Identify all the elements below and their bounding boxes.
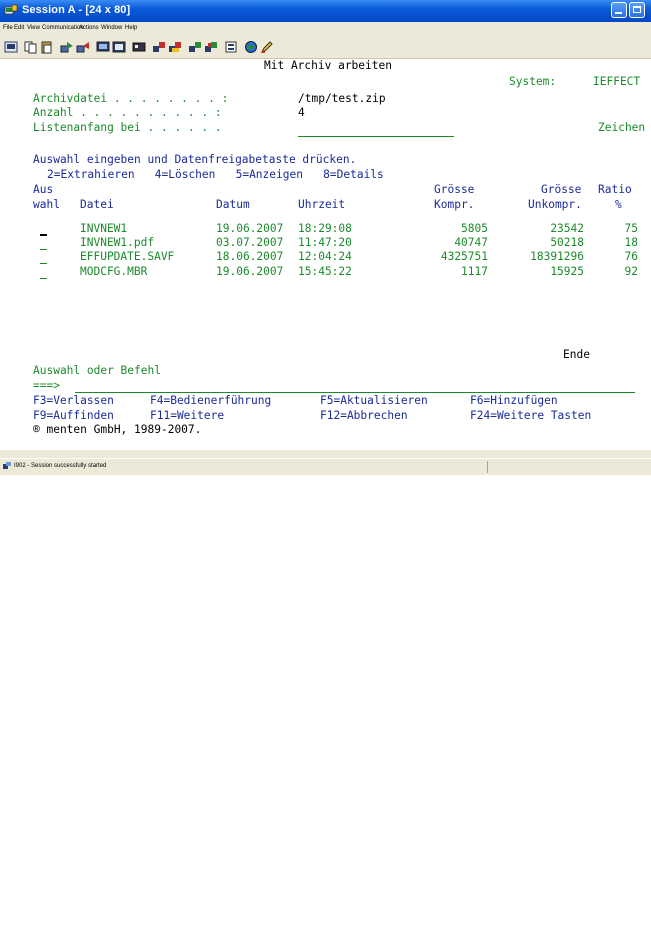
header-uhrzeit: Uhrzeit	[298, 198, 346, 211]
header-kompr: Kompr.	[434, 198, 475, 211]
auswahl-label: Auswahl oder Befehl	[33, 364, 161, 377]
system-label: System:	[509, 75, 557, 88]
selection-field-row-3[interactable]	[40, 263, 47, 264]
fkey-f4[interactable]: F4=Bedienerführung	[150, 394, 271, 408]
copy-icon[interactable]	[24, 40, 38, 54]
fkey-f9[interactable]: F9=Auffinden	[33, 409, 114, 423]
row-4-datei: MODCFG.MBR	[80, 265, 148, 278]
row-4-kompr: 1117	[461, 265, 488, 278]
row-1-datei: INVNEW1	[80, 222, 128, 235]
anzahl-value: 4	[298, 106, 305, 119]
emulator-window: Session A - [24 x 80] File Edit View Com…	[0, 0, 651, 475]
status-text: I902 - Session successfully started	[14, 463, 107, 469]
row-1-datum: 19.06.2007	[216, 222, 284, 235]
header-groesse-unkompr: Grösse	[541, 183, 582, 196]
row-2-datum: 03.07.2007	[216, 236, 284, 249]
selection-field-row-2[interactable]	[40, 249, 47, 250]
menu-window[interactable]: Window	[101, 25, 122, 31]
command-input[interactable]	[75, 392, 635, 393]
ende-label: Ende	[563, 348, 590, 361]
keyboard-icon[interactable]	[112, 40, 126, 54]
command-prompt: ===>	[33, 379, 60, 392]
instruction-text: Auswahl eingeben und Datenfreigabetaste …	[33, 153, 357, 166]
receive-icon[interactable]	[76, 40, 90, 54]
terminal-screen[interactable]: Mit Archiv arbeiten System: IEFFECT Arch…	[0, 59, 651, 450]
globe-icon[interactable]	[244, 40, 258, 54]
zeichen-label: Zeichen	[598, 121, 646, 134]
row-3-unkompr: 18391296	[530, 250, 584, 263]
row-3-uhrzeit: 12:04:24	[298, 250, 352, 263]
paste-icon[interactable]	[40, 40, 54, 54]
header-datum: Datum	[216, 198, 250, 211]
stop-icon[interactable]	[204, 40, 218, 54]
fkey-f24[interactable]: F24=Weitere Tasten	[470, 409, 591, 423]
print-icon[interactable]	[4, 40, 18, 54]
screen-title: Mit Archiv arbeiten	[264, 59, 392, 72]
row-3-datei: EFFUPDATE.SAVF	[80, 250, 175, 263]
menu-bar: File Edit View Communication Actions Win…	[0, 22, 651, 36]
row-2-datei: INVNEW1.pdf	[80, 236, 155, 249]
list-icon[interactable]	[224, 40, 238, 54]
archivdatei-label: Archivdatei . . . . . . . . :	[33, 92, 229, 105]
row-2-kompr: 40747	[454, 236, 488, 249]
fkey-f6[interactable]: F6=Hinzufügen	[470, 394, 558, 408]
row-1-uhrzeit: 18:29:08	[298, 222, 352, 235]
anzahl-label: Anzahl . . . . . . . . . . :	[33, 106, 222, 119]
fkey-f11[interactable]: F11=Weitere	[150, 409, 224, 423]
row-4-datum: 19.06.2007	[216, 265, 284, 278]
menu-help[interactable]: Help	[125, 25, 137, 31]
status-bar: I902 - Session successfully started	[0, 458, 651, 475]
row-1-kompr: 5805	[461, 222, 488, 235]
row-3-ratio: 76	[624, 250, 638, 263]
copyright-text: ® menten GmbH, 1989-2007.	[33, 423, 202, 436]
macro-icon[interactable]	[132, 40, 146, 54]
session-icon	[4, 4, 18, 15]
header-aus: Aus	[33, 183, 54, 196]
menu-file[interactable]: File	[3, 25, 13, 31]
header-datei: Datei	[80, 198, 114, 211]
row-4-unkompr: 15925	[550, 265, 584, 278]
row-4-ratio: 92	[624, 265, 638, 278]
start-icon[interactable]	[188, 40, 202, 54]
header-unkompr: Unkompr.	[528, 198, 582, 211]
display-icon[interactable]	[96, 40, 110, 54]
header-pct: %	[615, 198, 622, 211]
window-title: Session A - [24 x 80]	[22, 4, 131, 16]
title-bar: Session A - [24 x 80]	[0, 0, 651, 22]
maximize-button[interactable]	[629, 2, 645, 18]
menu-communication[interactable]: Communication	[42, 25, 84, 31]
system-value: IEFFECT	[593, 75, 641, 88]
minimize-button[interactable]	[611, 2, 627, 18]
status-separator	[487, 461, 488, 473]
row-2-ratio: 18	[624, 236, 638, 249]
fkey-f12[interactable]: F12=Abbrechen	[320, 409, 408, 423]
record-icon[interactable]	[152, 40, 166, 54]
header-groesse-kompr: Grösse	[434, 183, 475, 196]
listenanfang-label: Listenanfang bei . . . . . .	[33, 121, 222, 134]
row-2-uhrzeit: 11:47:20	[298, 236, 352, 249]
row-1-unkompr: 23542	[550, 222, 584, 235]
archivdatei-value: /tmp/test.zip	[298, 92, 386, 105]
selection-field-row-4[interactable]	[40, 278, 47, 279]
play-icon[interactable]	[168, 40, 182, 54]
edit-icon[interactable]	[260, 40, 274, 54]
row-2-unkompr: 50218	[550, 236, 584, 249]
fkey-f5[interactable]: F5=Aktualisieren	[320, 394, 428, 408]
header-wahl: wahl	[33, 198, 60, 211]
listenanfang-input[interactable]	[298, 136, 454, 137]
options-text: 2=Extrahieren 4=Löschen 5=Anzeigen 8=Det…	[47, 168, 384, 181]
menu-actions[interactable]: Actions	[79, 25, 99, 31]
status-icon	[3, 462, 11, 469]
row-4-uhrzeit: 15:45:22	[298, 265, 352, 278]
selection-field-row-1[interactable]	[40, 234, 47, 236]
row-1-ratio: 75	[624, 222, 638, 235]
menu-edit[interactable]: Edit	[14, 25, 24, 31]
fkey-f3[interactable]: F3=Verlassen	[33, 394, 114, 408]
row-3-datum: 18.06.2007	[216, 250, 284, 263]
row-3-kompr: 4325751	[440, 250, 488, 263]
header-ratio: Ratio	[598, 183, 632, 196]
menu-view[interactable]: View	[27, 25, 40, 31]
send-icon[interactable]	[60, 40, 74, 54]
toolbar	[0, 36, 651, 59]
